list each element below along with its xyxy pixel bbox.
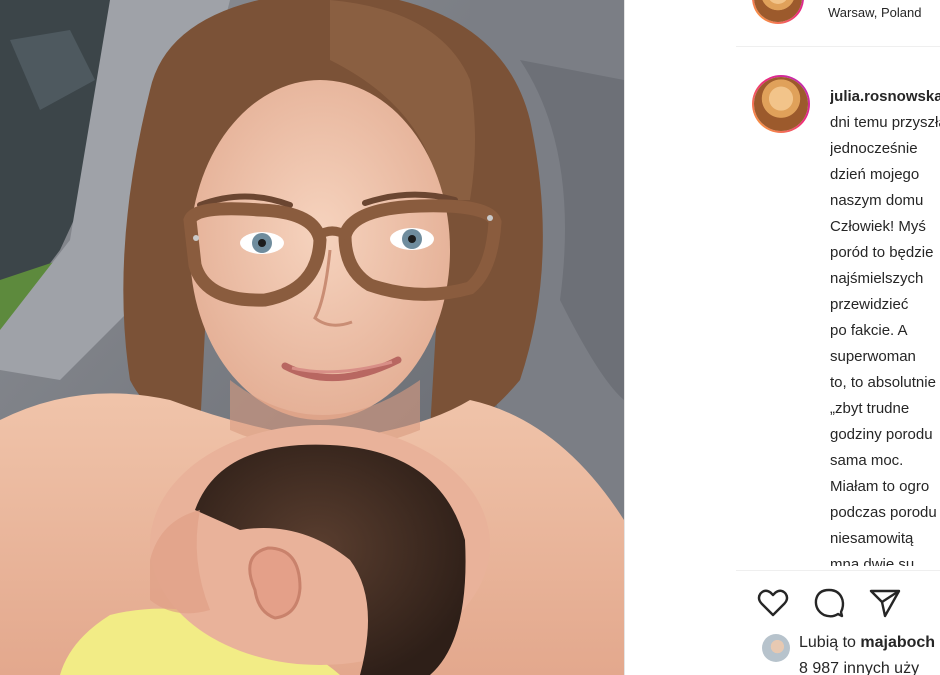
post-sidebar: Warsaw, Poland julia.rosnowska dni temu … (625, 0, 940, 675)
caption-line: to, to absolutnie (830, 374, 936, 391)
caption-line: mną dwie su (830, 556, 915, 566)
actions-divider (736, 570, 940, 571)
likes-count-link[interactable]: 8 987 innych uży (799, 660, 919, 675)
comment-icon (814, 588, 845, 618)
liker-username[interactable]: majaboch (860, 634, 935, 651)
caption-line: superwoman (830, 348, 916, 365)
caption-username[interactable]: julia.rosnowska (830, 84, 940, 110)
caption-line: najśmielszych (830, 270, 924, 287)
caption-line: niesamowitą (830, 530, 914, 547)
liker-avatar[interactable] (762, 634, 790, 662)
author-avatar[interactable] (752, 0, 804, 24)
caption-line: „zbyt trudne (830, 400, 910, 417)
caption-line: sama moc. (830, 452, 904, 469)
paper-plane-icon (869, 589, 901, 618)
share-button[interactable] (867, 585, 903, 621)
caption-line: przewidzieć (830, 296, 909, 313)
likes-summary: Lubią to majaboch (799, 634, 935, 652)
likes-prefix: Lubią to (799, 634, 856, 651)
comment-button[interactable] (811, 585, 847, 621)
post-location-link[interactable]: Warsaw, Poland (828, 5, 921, 20)
like-button[interactable] (755, 585, 791, 621)
post-photo-image (0, 0, 624, 675)
header-divider (736, 46, 940, 47)
caption-line: Człowiek! Myś (830, 218, 926, 235)
caption-author-avatar[interactable] (752, 75, 810, 133)
post-photo[interactable] (0, 0, 624, 675)
caption-line: po fakcie. A (830, 322, 908, 339)
caption-line: podczas porodu (830, 504, 937, 521)
caption-line: jednocześnie (830, 140, 918, 157)
caption-line: dzień mojego (830, 166, 920, 183)
caption-line: poród to będzie (830, 244, 934, 261)
caption-line: dni temu przyszła (830, 114, 940, 131)
caption-line: naszym domu (830, 192, 924, 209)
heart-icon (757, 589, 789, 617)
caption-line: godziny porodu (830, 426, 933, 443)
caption-line: Miałam to ogro (830, 478, 930, 495)
post-caption: julia.rosnowska dni temu przyszła jednoc… (830, 84, 940, 566)
